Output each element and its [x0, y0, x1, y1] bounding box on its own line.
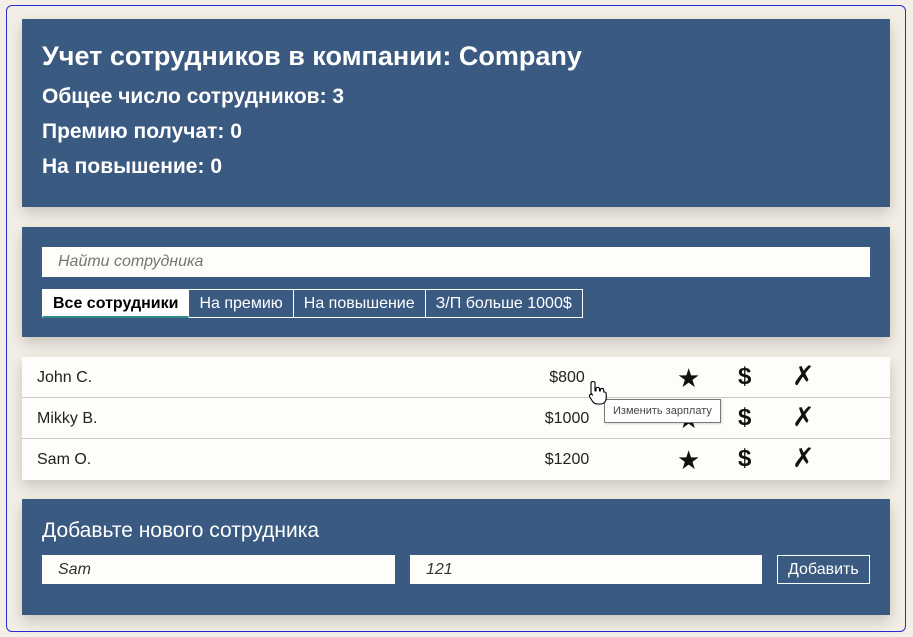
- star-icon[interactable]: ★: [677, 445, 700, 476]
- filter-bonus-button[interactable]: На премию: [189, 289, 294, 318]
- total-employees-stat: Общее число сотрудников: 3: [42, 85, 345, 108]
- bonus-dollar-icon[interactable]: $: [738, 404, 751, 432]
- filter-tabs: Все сотрудники На премию На повышение З/…: [42, 289, 870, 318]
- new-employee-name-input[interactable]: [42, 555, 395, 584]
- filter-promotion-button[interactable]: На повышение: [293, 289, 426, 318]
- change-salary-tooltip: Изменить зарплату: [604, 399, 721, 423]
- delete-icon[interactable]: ✗: [792, 402, 815, 433]
- delete-icon[interactable]: ✗: [792, 361, 815, 392]
- hand-cursor-icon: [588, 380, 607, 405]
- employee-name[interactable]: Sam O.: [37, 451, 91, 469]
- filter-all-button[interactable]: Все сотрудники: [42, 289, 190, 318]
- search-panel: Все сотрудники На премию На повышение З/…: [22, 227, 890, 337]
- add-employee-form: Добавить: [42, 555, 870, 584]
- delete-icon[interactable]: ✗: [792, 443, 815, 474]
- add-employee-panel: Добавьте нового сотрудника Добавить: [22, 499, 890, 615]
- employee-row: Mikky B. $1000 ★ $ ✗: [22, 398, 890, 439]
- employee-salary[interactable]: $1000: [527, 410, 607, 428]
- employee-name[interactable]: Mikky B.: [37, 410, 97, 428]
- add-employee-title: Добавьте нового сотрудника: [42, 519, 320, 542]
- bonus-dollar-icon[interactable]: $: [738, 363, 751, 391]
- company-info-panel: Учет сотрудников в компании: Company Общ…: [22, 19, 890, 207]
- bonus-dollar-icon[interactable]: $: [738, 445, 751, 473]
- employee-row: Sam O. $1200 ★ $ ✗: [22, 439, 890, 480]
- filter-salary-over-1000-button[interactable]: З/П больше 1000$: [425, 289, 583, 318]
- employee-salary[interactable]: $1200: [527, 451, 607, 469]
- page-title: Учет сотрудников в компании: Company: [42, 41, 582, 71]
- star-icon[interactable]: ★: [677, 363, 700, 394]
- employee-name[interactable]: John C.: [37, 369, 92, 387]
- employee-list: John C. $800 ★ $ ✗ Mikky B. $1000 ★ $ ✗ …: [22, 357, 890, 480]
- search-input[interactable]: [42, 247, 870, 277]
- promotion-count-stat: На повышение: 0: [42, 155, 222, 178]
- employee-row: John C. $800 ★ $ ✗: [22, 357, 890, 398]
- new-employee-salary-input[interactable]: [410, 555, 762, 584]
- bonus-count-stat: Премию получат: 0: [42, 120, 242, 143]
- add-employee-button[interactable]: Добавить: [777, 555, 870, 584]
